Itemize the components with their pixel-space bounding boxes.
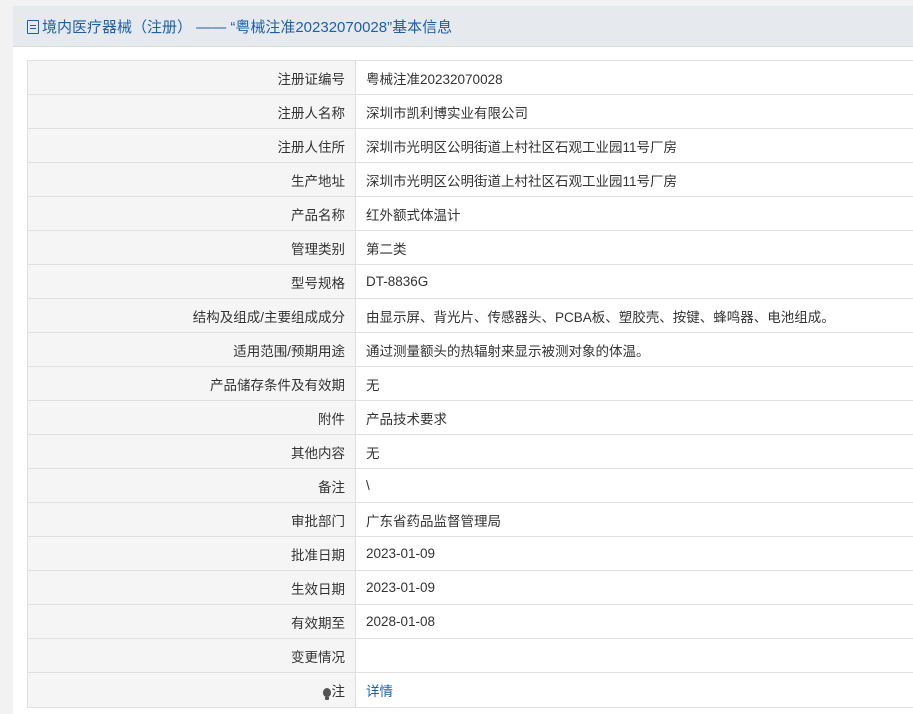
field-label: 附件 [27,400,356,435]
field-label: 型号规格 [27,264,356,299]
page-title: 境内医疗器械（注册） —— “粤械注准20232070028”基本信息 [42,18,453,36]
field-value: 深圳市光明区公明街道上村社区石观工业园11号厂房 [355,128,913,163]
field-value: DT-8836G [355,264,913,299]
field-label: 注册证编号 [27,60,356,95]
field-value: \ [355,468,913,503]
field-value [355,638,913,673]
panel-header: 境内医疗器械（注册） —— “粤械注准20232070028”基本信息 [13,6,913,47]
table-row: 生效日期 2023-01-09 [27,570,913,605]
field-label: 审批部门 [27,502,356,537]
table-row: 备注 \ [27,468,913,503]
details-link[interactable]: 详情 [366,684,393,699]
field-value: 深圳市光明区公明街道上村社区石观工业园11号厂房 [355,162,913,197]
table-row: 变更情况 [27,638,913,673]
field-label: 批准日期 [27,536,356,571]
field-label: 其他内容 [27,434,356,469]
table-row: 批准日期 2023-01-09 [27,536,913,571]
field-label: 管理类别 [27,230,356,265]
lightbulb-icon [322,688,331,700]
table-row: 管理类别 第二类 [27,230,913,265]
table-row: 产品储存条件及有效期 无 [27,366,913,401]
field-value: 深圳市凯利博实业有限公司 [355,94,913,129]
field-value: 粤械注准20232070028 [355,60,913,95]
note-label-cell: 注 [27,672,356,708]
field-value: 红外额式体温计 [355,196,913,231]
field-value: 通过测量额头的热辐射来显示被测对象的体温。 [355,332,913,367]
table-row: 注册人住所 深圳市光明区公明街道上村社区石观工业园11号厂房 [27,128,913,163]
field-label: 产品名称 [27,196,356,231]
table-row: 注册证编号 粤械注准20232070028 [27,60,913,95]
note-row: 注 详情 [27,672,913,708]
note-label: 注 [331,684,346,699]
field-label: 产品储存条件及有效期 [27,366,356,401]
info-table: 注册证编号 粤械注准20232070028 注册人名称 深圳市凯利博实业有限公司… [27,60,913,708]
field-value: 2023-01-09 [355,570,913,605]
field-value: 2023-01-09 [355,536,913,571]
field-label: 有效期至 [27,604,356,639]
table-row: 生产地址 深圳市光明区公明街道上村社区石观工业园11号厂房 [27,162,913,197]
field-label: 适用范围/预期用途 [27,332,356,367]
document-icon [27,19,39,34]
field-value: 广东省药品监督管理局 [355,502,913,537]
field-label: 备注 [27,468,356,503]
table-row: 附件 产品技术要求 [27,400,913,435]
field-label: 结构及组成/主要组成成分 [27,298,356,333]
field-label: 注册人住所 [27,128,356,163]
field-value: 无 [355,366,913,401]
table-row: 结构及组成/主要组成成分 由显示屏、背光片、传感器头、PCBA板、塑胶壳、按键、… [27,298,913,333]
field-value: 无 [355,434,913,469]
table-row: 审批部门 广东省药品监督管理局 [27,502,913,537]
table-row: 有效期至 2028-01-08 [27,604,913,639]
table-row: 型号规格 DT-8836G [27,264,913,299]
field-value: 2028-01-08 [355,604,913,639]
field-value: 由显示屏、背光片、传感器头、PCBA板、塑胶壳、按键、蜂鸣器、电池组成。 [355,298,913,333]
field-label: 变更情况 [27,638,356,673]
field-label: 注册人名称 [27,94,356,129]
table-row: 其他内容 无 [27,434,913,469]
note-value-cell: 详情 [355,672,913,708]
table-row: 适用范围/预期用途 通过测量额头的热辐射来显示被测对象的体温。 [27,332,913,367]
table-row: 产品名称 红外额式体温计 [27,196,913,231]
field-value: 产品技术要求 [355,400,913,435]
table-row: 注册人名称 深圳市凯利博实业有限公司 [27,94,913,129]
field-label: 生效日期 [27,570,356,605]
info-panel: 境内医疗器械（注册） —— “粤械注准20232070028”基本信息 注册证编… [13,6,913,714]
field-value: 第二类 [355,230,913,265]
page: 境内医疗器械（注册） —— “粤械注准20232070028”基本信息 注册证编… [0,0,913,714]
field-label: 生产地址 [27,162,356,197]
